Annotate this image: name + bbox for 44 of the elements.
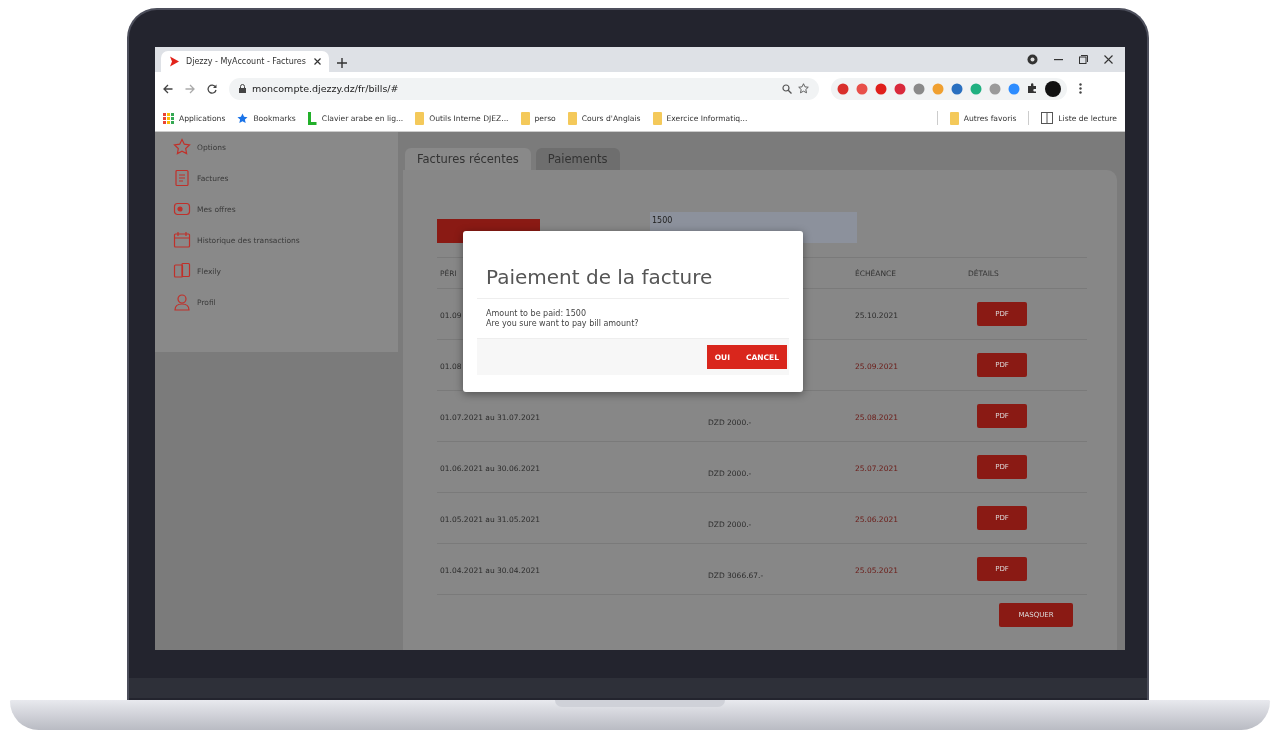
menu-icon[interactable]: [1079, 83, 1082, 94]
tab[interactable]: Factures récentes: [405, 148, 531, 170]
folder-icon: [567, 111, 577, 125]
extension-icon[interactable]: [894, 82, 906, 95]
bill-icon: [173, 169, 191, 187]
folder-icon: [520, 111, 530, 125]
calendar-icon: [173, 231, 191, 249]
star-icon: [173, 138, 191, 156]
back-icon[interactable]: [163, 83, 173, 94]
logo-icon: [169, 56, 180, 67]
dialog-title: Paiement de la facture: [477, 231, 789, 299]
extension-icon[interactable]: [951, 82, 963, 95]
extension-icon[interactable]: [875, 82, 887, 95]
search-icon[interactable]: [782, 83, 792, 94]
site-icon: [307, 111, 317, 125]
minimize-icon[interactable]: [1054, 58, 1063, 61]
extension-icon[interactable]: [913, 82, 925, 95]
new-tab-icon[interactable]: [337, 58, 347, 68]
media-icon[interactable]: [1027, 54, 1038, 65]
dialog-text: Amount to be paid: 1500: [486, 309, 587, 319]
person-icon: [173, 293, 191, 311]
browser-tab[interactable]: Djezzy - MyAccount - Factures: [161, 51, 329, 72]
phones-icon: [173, 262, 191, 280]
reading-list-icon: [1041, 112, 1054, 124]
address-bar[interactable]: moncompte.djezzy.dz/fr/bills/#: [229, 77, 819, 100]
offer-icon: [173, 200, 191, 218]
reload-icon[interactable]: [207, 83, 217, 94]
close-icon[interactable]: [314, 58, 321, 65]
tab-title: Djezzy - MyAccount - Factures: [186, 57, 307, 66]
extension-icon[interactable]: [1008, 82, 1020, 95]
extension-icon[interactable]: [856, 82, 868, 95]
star-icon: [237, 112, 249, 124]
extension-icon[interactable]: [837, 82, 849, 95]
folder-icon: [949, 111, 959, 125]
folder-icon: [415, 111, 425, 125]
close-icon[interactable]: [1104, 55, 1113, 64]
folder-icon: [652, 111, 662, 125]
avatar-icon[interactable]: [1045, 80, 1061, 97]
dialog-text: Are you sure want to pay bill amount?: [486, 319, 640, 329]
lock-icon: [239, 84, 246, 93]
apps-icon: [163, 112, 174, 124]
restore-icon[interactable]: [1079, 55, 1088, 64]
star-icon[interactable]: [798, 83, 809, 94]
puzzle-icon[interactable]: [1027, 83, 1038, 94]
